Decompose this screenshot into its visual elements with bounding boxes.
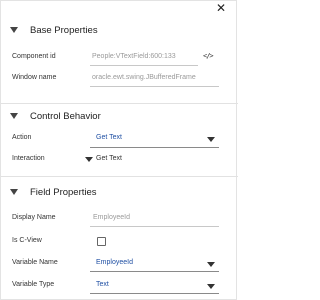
collapse-caret-icon[interactable] (10, 27, 18, 33)
section-divider (1, 176, 238, 177)
section-header-field-properties[interactable]: Field Properties (1, 184, 238, 204)
variable-type-underline (90, 293, 219, 294)
variable-name-label: Variable Name (12, 259, 58, 266)
section-title: Base Properties (30, 25, 98, 36)
chevron-down-icon[interactable] (207, 262, 215, 267)
close-icon[interactable]: ✕ (215, 2, 227, 14)
chevron-down-icon[interactable] (85, 157, 93, 162)
variable-name-select[interactable]: EmployeeId (96, 259, 133, 266)
display-name-input[interactable]: EmployeeId (93, 214, 130, 221)
is-cview-checkbox[interactable] (97, 237, 106, 246)
window-name-underline (90, 86, 219, 87)
action-underline (90, 147, 219, 148)
chevron-down-icon[interactable] (207, 284, 215, 289)
variable-type-label: Variable Type (12, 281, 55, 288)
component-id-underline (90, 65, 198, 66)
window-name-field: oracle.ewt.swing.JBufferedFrame (92, 74, 196, 81)
action-select[interactable]: Get Text (96, 134, 122, 141)
variable-type-select[interactable]: Text (96, 281, 109, 288)
display-name-label: Display Name (12, 214, 56, 221)
action-label: Action (12, 134, 32, 141)
interaction-select[interactable]: Get Text (96, 155, 122, 162)
display-name-underline (90, 226, 219, 227)
section-header-base-properties[interactable]: Base Properties (1, 22, 238, 42)
component-id-label: Component id (12, 53, 56, 60)
chevron-down-icon[interactable] (207, 137, 215, 142)
variable-name-underline (90, 271, 219, 272)
section-header-control-behavior[interactable]: Control Behavior (1, 108, 238, 128)
interaction-label: Interaction (12, 155, 45, 162)
window-name-label: Window name (12, 74, 57, 81)
code-icon[interactable]: </> (203, 52, 214, 60)
collapse-caret-icon[interactable] (10, 113, 18, 119)
component-id-field: People:VTextField:600:133 (92, 53, 176, 60)
is-cview-label: Is C-View (12, 237, 42, 244)
properties-panel: ✕ Base Properties Component id People:VT… (0, 0, 238, 300)
collapse-caret-icon[interactable] (10, 189, 18, 195)
section-title: Control Behavior (30, 111, 101, 122)
section-divider (1, 103, 238, 104)
section-title: Field Properties (30, 187, 97, 198)
panel-topbar: ✕ (1, 1, 238, 17)
